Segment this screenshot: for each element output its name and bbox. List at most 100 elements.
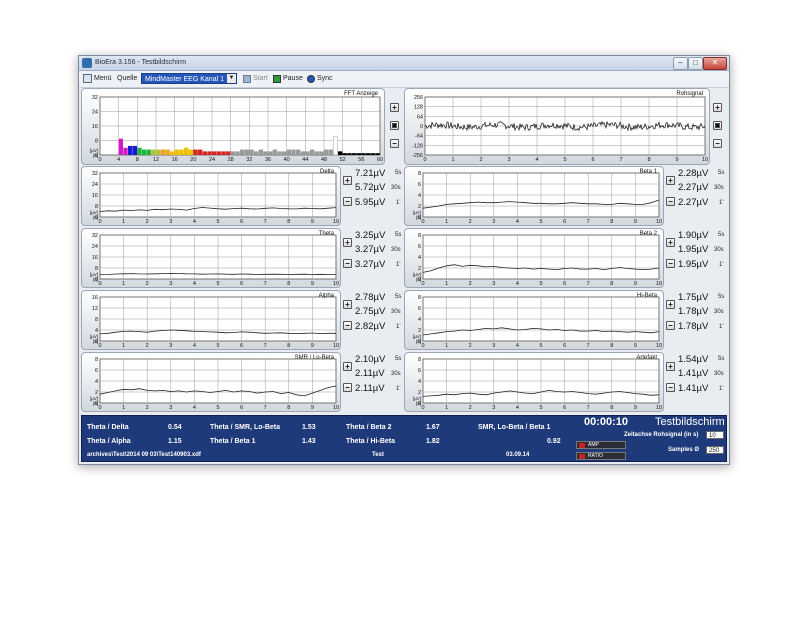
y-tick-label: 6 [418, 244, 421, 250]
fft-bar [226, 151, 231, 155]
period-label: 5s [718, 232, 725, 238]
x-tick-label: 9 [634, 405, 637, 411]
menu-icon[interactable] [83, 74, 92, 83]
time-axis-input[interactable]: 10 [706, 431, 724, 439]
ratio-toggle-button[interactable]: RATIO [576, 452, 626, 460]
fft-bar [258, 149, 264, 155]
y-tick-label: 6 [418, 182, 421, 188]
x-tick-label: 8 [287, 343, 290, 349]
band-values-delta: + − 7.21µV 5.72µV 5.95µV 5s 30s 1' [343, 168, 403, 226]
sync-button[interactable]: Sync [317, 74, 333, 84]
period-label: 1' [719, 262, 724, 268]
x-tick-label: 7 [264, 405, 267, 411]
y-tick-label: 8 [418, 295, 421, 301]
start-button[interactable]: Start [253, 74, 268, 84]
band-zoom-in-button[interactable]: + [343, 300, 352, 309]
y-tick-label: 8 [95, 317, 98, 323]
fft-restore-icon[interactable]: ▣ [390, 121, 399, 130]
fft-bar [319, 151, 324, 155]
x-tick-label: 6 [563, 219, 566, 225]
x-tick-label: 8 [610, 219, 613, 225]
band-zoom-out-button[interactable]: − [666, 321, 675, 330]
fft-bar [268, 151, 273, 155]
x-tick-label: 2 [469, 405, 472, 411]
period-label: 5s [395, 232, 402, 238]
band-title: Beta 1 [639, 169, 657, 175]
band-zoom-out-button[interactable]: − [343, 197, 352, 206]
band-zoom-in-button[interactable]: + [343, 176, 352, 185]
reflection-fade [78, 466, 728, 616]
raw-restore-icon[interactable]: ▣ [713, 121, 722, 130]
x-tick-label: 9 [634, 281, 637, 287]
period-label: 1' [719, 324, 724, 330]
x-tick-label: 1 [122, 343, 125, 349]
x-tick-label: 5 [216, 281, 219, 287]
y-tick-label: 16 [92, 295, 98, 301]
raw-zoom-out-button[interactable]: − [713, 139, 722, 148]
x-tick-label: 3 [169, 219, 172, 225]
x-tick-label: 6 [563, 281, 566, 287]
band-panel-theta: 32 24 16 8 0 0 1 2 3 4 5 6 7 8 9 10 [µV] [0] Theta [81, 228, 341, 288]
band-zoom-out-button[interactable]: − [343, 383, 352, 392]
band-zoom-out-button[interactable]: − [666, 259, 675, 268]
band-zoom-in-button[interactable]: + [343, 362, 352, 371]
band-values-smr: + − 2.10µV 2.11µV 2.11µV 5s 30s 1' [343, 354, 403, 412]
x-tick-label: 1 [445, 343, 448, 349]
x-tick-label: 0 [423, 157, 426, 163]
fft-bar [240, 149, 245, 155]
band-zoom-in-button[interactable]: + [343, 238, 352, 247]
x-tick-label: 10 [333, 405, 339, 411]
band-zoom-out-button[interactable]: − [666, 383, 675, 392]
y-tick-label: 6 [418, 368, 421, 374]
x-tick-label: 3 [169, 343, 172, 349]
chevron-down-icon[interactable]: ▼ [227, 74, 236, 83]
x-tick-label: 2 [469, 219, 472, 225]
x-tick-label: 7 [587, 405, 590, 411]
y-tick-label: 24 [92, 244, 98, 250]
x-tick-label: 20 [190, 157, 196, 163]
band-value-30s: 3.27µV [355, 244, 386, 255]
y-tick-label: 64 [417, 114, 423, 120]
fft-zoom-out-button[interactable]: − [390, 139, 399, 148]
x-tick-label: 3 [169, 281, 172, 287]
samples-input[interactable]: 250 [706, 446, 724, 454]
x-tick-label: 1 [445, 405, 448, 411]
pause-button[interactable]: Pause [283, 74, 303, 84]
x-tick-label: 3 [507, 157, 510, 163]
band-chart-smr: 864200 1 2 3 4 5 6 7 8 9 10[µV][0] [90, 357, 339, 411]
band-zoom-in-button[interactable]: + [666, 176, 675, 185]
fft-bar [277, 151, 282, 155]
fft-bar [342, 153, 348, 155]
band-zoom-in-button[interactable]: + [666, 362, 675, 371]
x-tick-label: 32 [246, 157, 252, 163]
source-label: Quelle [117, 75, 138, 82]
fft-bar [310, 149, 315, 155]
source-select[interactable]: MindMaster EEG Kanal 1 ▼ [141, 73, 237, 84]
band-zoom-out-button[interactable]: − [343, 259, 352, 268]
maximize-button[interactable]: □ [688, 57, 703, 70]
x-tick-label: 12 [153, 157, 159, 163]
x-tick-label: 16 [172, 157, 178, 163]
band-value-1min: 5.95µV [355, 197, 386, 208]
x-tick-label: 8 [610, 343, 613, 349]
band-zoom-in-button[interactable]: + [666, 300, 675, 309]
x-tick-label: 8 [136, 157, 139, 163]
fft-bar [361, 153, 366, 155]
fft-bar [212, 151, 217, 155]
band-zoom-out-button[interactable]: − [666, 197, 675, 206]
band-panel-beta2: 8 6 4 2 0 0 1 2 3 4 5 6 7 8 9 10 [µV] [0] Beta 2 [404, 228, 664, 288]
minimize-button[interactable]: – [673, 57, 688, 70]
amp-toggle-button[interactable]: AMP [576, 441, 626, 449]
fft-bar [160, 149, 166, 155]
band-zoom-in-button[interactable]: + [666, 238, 675, 247]
band-zoom-out-button[interactable]: − [343, 321, 352, 330]
unit-label: [0] [416, 401, 421, 406]
fft-bar [244, 149, 250, 155]
y-tick-label: 16 [92, 255, 98, 261]
menu-button[interactable]: Menü [94, 74, 112, 84]
close-button[interactable]: ✕ [703, 57, 727, 70]
fft-zoom-in-button[interactable]: + [390, 103, 399, 112]
ratio-value: 1.43 [302, 438, 316, 445]
period-label: 5s [718, 294, 725, 300]
raw-zoom-in-button[interactable]: + [713, 103, 722, 112]
